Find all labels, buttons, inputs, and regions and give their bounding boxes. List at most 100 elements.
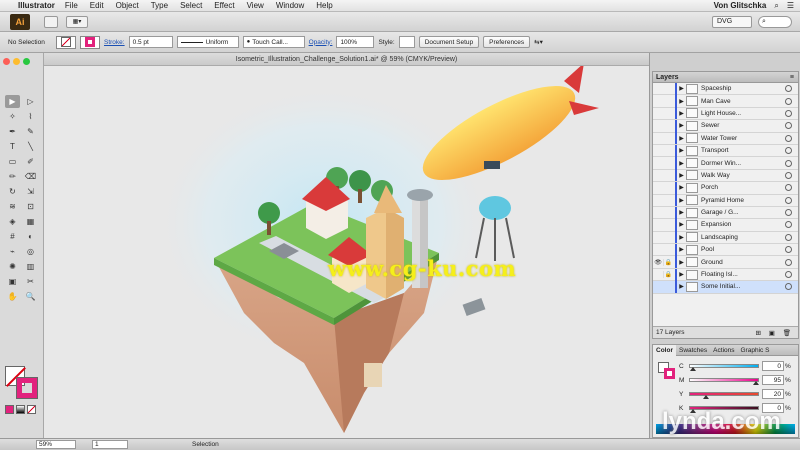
pen-tool-icon[interactable]: ✒ — [5, 125, 20, 138]
gradient-mode-icon[interactable] — [16, 405, 25, 414]
magic-wand-tool-icon[interactable]: ✧ — [5, 110, 20, 123]
expand-arrow-icon[interactable]: ▶ — [677, 184, 686, 191]
channel-slider[interactable] — [689, 392, 759, 399]
lasso-tool-icon[interactable]: ⌇ — [23, 110, 38, 123]
rotate-tool-icon[interactable]: ↻ — [5, 185, 20, 198]
layer-name[interactable]: Man Cave — [701, 98, 785, 105]
slider-knob-icon[interactable] — [703, 395, 710, 399]
target-circle-icon[interactable] — [785, 122, 792, 130]
eraser-tool-icon[interactable]: ⌫ — [23, 170, 38, 183]
expand-arrow-icon[interactable]: ▶ — [677, 221, 686, 228]
opacity-panel-link[interactable]: Opacity: — [309, 39, 333, 46]
expand-arrow-icon[interactable]: ▶ — [677, 85, 686, 92]
layer-row[interactable]: 👁 🔒 ▶ Ground — [653, 256, 798, 269]
target-circle-icon[interactable] — [785, 85, 792, 93]
lock-icon[interactable]: 🔒 — [663, 258, 673, 266]
tab-swatches[interactable]: Swatches — [676, 347, 710, 354]
color-panel-fill-stroke[interactable] — [658, 362, 676, 380]
target-circle-icon[interactable] — [785, 97, 792, 105]
menu-window[interactable]: Window — [276, 1, 304, 10]
layer-name[interactable]: Garage / G... — [701, 209, 785, 216]
artboard-tool-icon[interactable]: ▣ — [5, 275, 20, 288]
color-mode-icon[interactable] — [5, 405, 14, 414]
notification-list-icon[interactable]: ☰ — [787, 1, 794, 10]
layer-name[interactable]: Light House... — [701, 110, 785, 117]
lock-icon[interactable]: 🔒 — [663, 271, 673, 279]
scale-tool-icon[interactable]: ⇲ — [23, 185, 38, 198]
zoom-level-field[interactable]: 59% — [36, 440, 76, 449]
expand-arrow-icon[interactable]: ▶ — [677, 271, 686, 278]
menu-help[interactable]: Help — [316, 1, 332, 10]
layer-row[interactable]: 🔒 ▶ Floating Isl... — [653, 268, 798, 282]
zoom-window-icon[interactable] — [23, 58, 30, 65]
layer-name[interactable]: Pool — [701, 246, 785, 253]
minimize-window-icon[interactable] — [13, 58, 20, 65]
layer-row[interactable]: ▶ Pyramid Home — [653, 194, 798, 207]
menu-select[interactable]: Select — [180, 1, 202, 10]
target-circle-icon[interactable] — [785, 221, 792, 229]
eye-icon[interactable]: 👁 — [653, 259, 663, 266]
fill-stroke-controls[interactable] — [5, 366, 39, 400]
menu-object[interactable]: Object — [116, 1, 139, 10]
perspective-grid-tool-icon[interactable]: ▦ — [23, 215, 38, 228]
zoom-tool-icon[interactable]: 🔍 — [23, 290, 38, 303]
close-window-icon[interactable] — [3, 58, 10, 65]
stroke-pink-icon[interactable] — [16, 377, 38, 399]
layer-name[interactable]: Landscaping — [701, 234, 785, 241]
expand-arrow-icon[interactable]: ▶ — [677, 197, 686, 204]
layer-row[interactable]: ▶ Pool — [653, 243, 798, 257]
layer-row[interactable]: ▶ Walk Way — [653, 169, 798, 183]
shape-builder-tool-icon[interactable]: ◈ — [5, 215, 20, 228]
hand-tool-icon[interactable]: ✋ — [5, 290, 20, 303]
workspace-switcher[interactable]: DVG — [712, 15, 752, 28]
target-circle-icon[interactable] — [785, 134, 792, 142]
tab-graphic-styles[interactable]: Graphic S — [738, 347, 773, 354]
new-layer-icon[interactable]: ⊞ ▣ 🗑 — [756, 329, 794, 337]
expand-arrow-icon[interactable]: ▶ — [677, 122, 686, 129]
panel-menu-icon[interactable]: ≡ — [790, 74, 794, 81]
expand-arrow-icon[interactable]: ▶ — [677, 283, 686, 290]
tab-actions[interactable]: Actions — [710, 347, 737, 354]
blend-tool-icon[interactable]: ◎ — [23, 245, 38, 258]
channel-slider[interactable] — [689, 378, 759, 385]
mesh-tool-icon[interactable]: # — [5, 230, 20, 243]
document-tab[interactable]: Isometric_Illustration_Challenge_Solutio… — [44, 53, 649, 66]
layer-row[interactable]: ▶ Sewer — [653, 119, 798, 133]
layer-name[interactable]: Floating Isl... — [701, 271, 785, 278]
tab-color[interactable]: Color — [653, 344, 676, 356]
gradient-tool-icon[interactable]: ◐ — [23, 230, 38, 243]
slice-tool-icon[interactable]: ✂ — [23, 275, 38, 288]
direct-selection-tool-icon[interactable]: ▷ — [23, 95, 38, 108]
width-tool-icon[interactable]: ≋ — [5, 200, 20, 213]
pencil-tool-icon[interactable]: ✏ — [5, 170, 20, 183]
target-circle-icon[interactable] — [785, 209, 792, 217]
expand-arrow-icon[interactable]: ▶ — [677, 234, 686, 241]
expand-arrow-icon[interactable]: ▶ — [677, 172, 686, 179]
arrange-documents-button[interactable]: ▦▾ — [66, 15, 88, 28]
menu-file[interactable]: File — [65, 1, 78, 10]
variable-width-profile[interactable]: Uniform — [176, 36, 239, 48]
curvature-tool-icon[interactable]: ✎ — [23, 125, 38, 138]
fill-swatch[interactable] — [56, 35, 76, 49]
target-circle-icon[interactable] — [785, 258, 792, 266]
search-input[interactable]: ⌕ — [758, 15, 792, 28]
stroke-swatch[interactable] — [80, 35, 100, 49]
target-circle-icon[interactable] — [785, 184, 792, 192]
document-setup-button[interactable]: Document Setup — [418, 36, 480, 48]
preferences-button[interactable]: Preferences — [483, 36, 531, 48]
slider-knob-icon[interactable] — [752, 381, 759, 385]
layer-row[interactable]: ▶ Water Tower — [653, 132, 798, 145]
channel-value-field[interactable]: 95 — [762, 375, 784, 385]
stroke-panel-link[interactable]: Stroke: — [104, 39, 125, 46]
menu-view[interactable]: View — [247, 1, 264, 10]
layer-row[interactable]: ▶ Porch — [653, 181, 798, 195]
column-graph-tool-icon[interactable]: ▥ — [23, 260, 38, 273]
opacity-field[interactable]: 100% — [336, 36, 375, 48]
layer-name[interactable]: Some Initial... — [701, 283, 785, 290]
target-circle-icon[interactable] — [785, 233, 792, 241]
channel-value-field[interactable]: 20 — [762, 389, 784, 399]
stroke-pink-icon[interactable] — [664, 368, 675, 379]
expand-arrow-icon[interactable]: ▶ — [677, 135, 686, 142]
layer-name[interactable]: Expansion — [701, 221, 785, 228]
artboard-navigation-field[interactable]: 1 — [92, 440, 128, 449]
